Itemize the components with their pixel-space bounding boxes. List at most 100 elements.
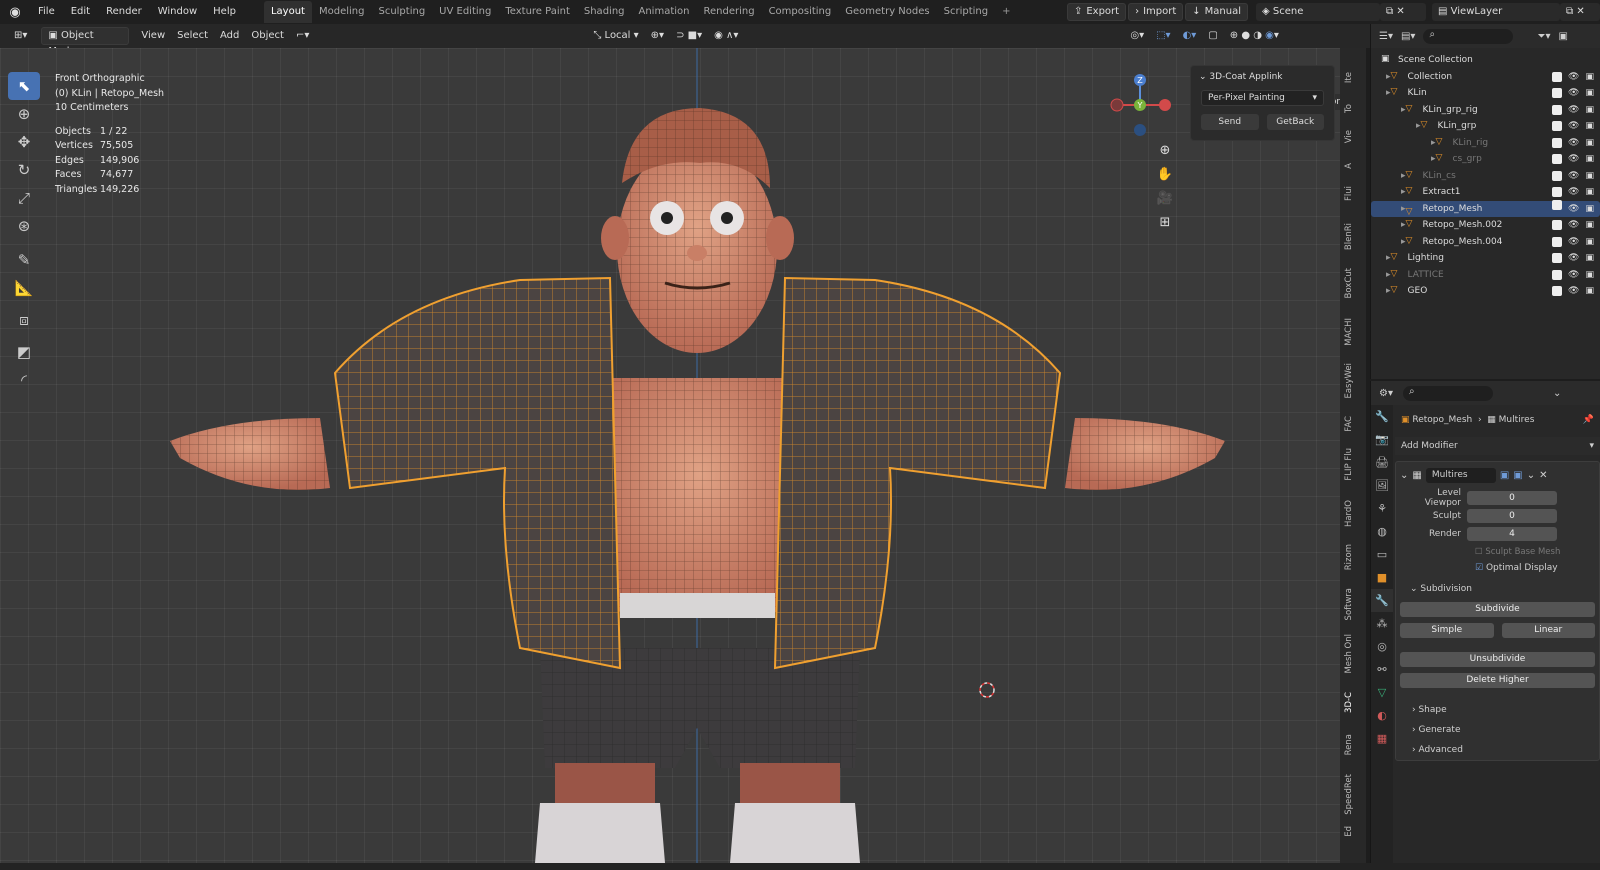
scene-collection-row[interactable]: ▣ Scene Collection [1371, 52, 1600, 69]
row-toggles[interactable]: 👁 ▣ [1552, 220, 1594, 231]
sidetab-view[interactable]: Vie [1344, 130, 1354, 143]
sidetab-easywei[interactable]: EasyWei [1344, 363, 1354, 399]
eye-icon[interactable]: 👁 [1568, 200, 1579, 218]
sidetab-hardops[interactable]: HardO [1344, 500, 1354, 527]
editmode-toggle-icon[interactable]: ▣ [1500, 470, 1509, 481]
row-toggles[interactable]: 👁 ▣ [1552, 187, 1594, 198]
data-tab-icon[interactable]: ▽ [1371, 681, 1393, 704]
render-camera-icon[interactable]: ▣ [1585, 270, 1594, 280]
advanced-section[interactable]: › Advanced [1412, 740, 1595, 760]
outliner-search-input[interactable]: ⌕ [1423, 28, 1514, 44]
modifier-name-field[interactable]: Multires [1425, 467, 1496, 483]
scene-buttons[interactable]: ⧉ ✕ [1380, 3, 1426, 21]
sidetab-boxcut[interactable]: BoxCut [1344, 268, 1354, 298]
menu-select[interactable]: Select [171, 27, 214, 45]
outliner-row[interactable]: ▸ ▽ cs_grp 👁 ▣ [1371, 151, 1600, 168]
physics-tab-icon[interactable]: ◎ [1371, 635, 1393, 658]
render-camera-icon[interactable]: ▣ [1585, 253, 1594, 263]
menu-window[interactable]: Window [150, 1, 205, 23]
eye-icon[interactable]: 👁 [1568, 187, 1579, 197]
scene-selector[interactable]: ◈ Scene [1256, 3, 1380, 21]
tab-uv-editing[interactable]: UV Editing [432, 1, 498, 23]
render-camera-icon[interactable]: ▣ [1585, 171, 1594, 181]
xray-icon[interactable]: ▢ [1202, 27, 1223, 45]
eye-icon[interactable]: 👁 [1568, 270, 1579, 280]
eye-icon[interactable]: 👁 [1568, 121, 1579, 131]
object-tab-icon[interactable]: ■ [1371, 566, 1393, 589]
outliner-row[interactable]: ▸ ▽ KLin 👁 ▣ [1371, 85, 1600, 102]
pin-icon[interactable]: 📌 [1583, 415, 1594, 425]
outliner-row[interactable]: ▸ ▽ Lighting 👁 ▣ [1371, 250, 1600, 267]
sidetab-fac[interactable]: FAC [1344, 416, 1354, 432]
menu-render[interactable]: Render [98, 1, 150, 23]
linear-button[interactable]: Linear [1501, 623, 1595, 638]
output-tab-icon[interactable]: 🖨 [1371, 451, 1393, 474]
view-layer-tab-icon[interactable]: 🖼 [1371, 474, 1393, 497]
outliner-row[interactable]: ▸ ▽ Retopo_Mesh.002 👁 ▣ [1371, 217, 1600, 234]
export-button[interactable]: ⇪ Export [1066, 3, 1127, 21]
menu-add[interactable]: Add [214, 27, 245, 45]
menu-file[interactable]: File [30, 1, 63, 23]
shading-modes[interactable]: ⊕ ● ◑ ◉▾ [1224, 27, 1285, 45]
viewlayer-buttons[interactable]: ⧉ ✕ [1560, 3, 1600, 21]
sidetab-3dcoat[interactable]: 3D-C [1344, 692, 1354, 713]
modifier-tab-icon[interactable]: 🔧 [1371, 589, 1393, 612]
delete-higher-button[interactable]: Delete Higher [1400, 673, 1595, 688]
world-tab-icon[interactable]: ◍ [1371, 520, 1393, 543]
tab-layout[interactable]: Layout [263, 1, 312, 23]
shortcut-icon[interactable]: ⌐▾ [290, 27, 315, 45]
outliner-row[interactable]: ▸ ▽ Extract1 👁 ▣ [1371, 184, 1600, 201]
tab-geometry-nodes[interactable]: Geometry Nodes [838, 1, 936, 23]
checkbox-icon[interactable] [1552, 121, 1563, 132]
checkbox-icon[interactable] [1552, 104, 1563, 115]
sidetab-a[interactable]: A [1344, 163, 1354, 169]
checkbox-icon[interactable] [1552, 170, 1563, 181]
new-collection-icon[interactable]: ▣ [1558, 31, 1567, 42]
subdivision-header[interactable]: ⌄ Subdivision [1400, 584, 1595, 594]
camera-icon[interactable]: 🎥 [1155, 188, 1175, 208]
render-camera-icon[interactable]: ▣ [1585, 88, 1594, 98]
row-toggles[interactable]: 👁 ▣ [1552, 253, 1594, 264]
eye-icon[interactable]: 👁 [1568, 88, 1579, 98]
outliner-row[interactable]: ▸ ▽ KLin_cs 👁 ▣ [1371, 168, 1600, 185]
add-workspace-icon[interactable]: + [995, 1, 1017, 23]
sidetab-tool[interactable]: To [1344, 104, 1354, 113]
row-toggles[interactable]: 👁 ▣ [1552, 236, 1594, 247]
coat-getback-button[interactable]: GetBack [1266, 114, 1324, 130]
tool-tab-icon[interactable]: 🔧 [1371, 405, 1393, 428]
tab-compositing[interactable]: Compositing [762, 1, 839, 23]
annotate-tool-icon[interactable]: ✎ [8, 246, 40, 274]
quad-tool-icon[interactable]: ◩ [8, 338, 40, 366]
row-toggles[interactable]: 👁 ▣ [1552, 170, 1594, 181]
editor-type-icon[interactable]: ⊞▾ [8, 27, 33, 45]
tab-scripting[interactable]: Scripting [937, 1, 995, 23]
sidetab-rizom[interactable]: Rizom [1344, 544, 1354, 570]
outliner-editor-icon[interactable]: ☰▾ [1379, 31, 1393, 42]
modifier-dropdown-icon[interactable]: ⌄ [1527, 470, 1535, 481]
sidetab-ed[interactable]: Ed [1344, 826, 1354, 837]
visibility-icon[interactable]: ◎▾ [1124, 27, 1150, 45]
simple-button[interactable]: Simple [1400, 623, 1494, 638]
scale-tool-icon[interactable]: ⤢ [8, 184, 40, 212]
row-toggles[interactable]: 👁 ▣ [1552, 154, 1594, 165]
checkbox-icon[interactable] [1552, 88, 1563, 99]
tab-sculpting[interactable]: Sculpting [371, 1, 432, 23]
eye-icon[interactable]: 👁 [1568, 154, 1579, 164]
row-toggles[interactable]: 👁 ▣ [1552, 269, 1594, 280]
checkbox-icon[interactable] [1552, 187, 1563, 198]
eye-icon[interactable]: 👁 [1568, 105, 1579, 115]
checkbox-icon[interactable] [1552, 199, 1563, 210]
mode-selector[interactable]: ▣ Object Mode ▾ [41, 27, 130, 57]
sidetab-machi[interactable]: MACHI [1344, 318, 1354, 346]
render-camera-icon[interactable]: ▣ [1585, 286, 1594, 296]
subdivide-button[interactable]: Subdivide [1400, 602, 1595, 617]
close-icon[interactable]: ✕ [1539, 470, 1547, 481]
scene-tab-icon[interactable]: ⚘ [1371, 497, 1393, 520]
checkbox-icon[interactable] [1552, 286, 1563, 297]
zoom-icon[interactable]: ⊕ [1155, 140, 1175, 160]
checkbox-icon[interactable] [1552, 236, 1563, 247]
cursor-tool-icon[interactable]: ⊕ [8, 100, 40, 128]
tab-modeling[interactable]: Modeling [312, 1, 372, 23]
viewlayer-selector[interactable]: ▤ ViewLayer [1432, 3, 1560, 21]
outliner-row[interactable]: ▸ ▽ Collection 👁 ▣ [1371, 69, 1600, 86]
